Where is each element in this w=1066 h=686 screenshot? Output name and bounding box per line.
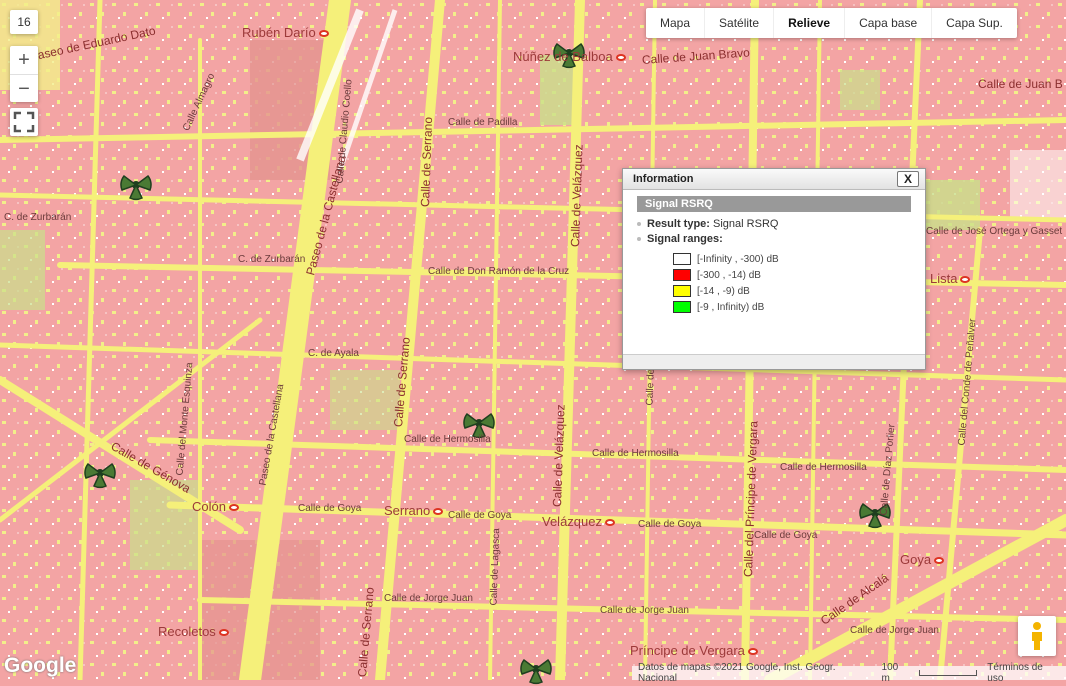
zoom-control: + −: [10, 46, 38, 102]
metro-icon: [228, 504, 239, 512]
label-zurbaran-1: C. de Zurbarán: [4, 212, 72, 223]
info-resize-handle[interactable]: [623, 354, 925, 369]
fullscreen-button[interactable]: [10, 108, 38, 136]
legend-swatch: [673, 269, 691, 281]
map-type-selector: Mapa Satélite Relieve Capa base Capa Sup…: [646, 8, 1017, 38]
signal-legend: [-Infinity , -300) dB [-300 , -14) dB [-…: [673, 251, 911, 315]
label-padilla: Calle de Padilla: [448, 117, 518, 128]
label-nunez-balboa: Núñez de Balboa: [513, 49, 626, 64]
label-jorge-juan-1: Calle de Jorge Juan: [384, 593, 473, 604]
info-titlebar[interactable]: Information X: [623, 169, 925, 190]
label-juan-bravo-2: Calle de Juan B: [978, 77, 1063, 91]
label-hermosilla-1: Calle de Hermosilla: [404, 434, 491, 445]
legend-label: [-Infinity , -300) dB: [697, 253, 779, 265]
tab-relieve[interactable]: Relieve: [774, 8, 846, 38]
pegman-icon: [1032, 622, 1042, 650]
fullscreen-icon: [13, 111, 35, 133]
label-ortega-gasset: Calle de José Ortega y Gasset: [926, 226, 1063, 237]
label-lista: Lista: [930, 271, 971, 286]
metro-icon: [318, 30, 329, 38]
tab-capa-base[interactable]: Capa base: [845, 8, 933, 38]
tab-mapa[interactable]: Mapa: [646, 8, 706, 38]
close-icon: X: [903, 172, 912, 186]
label-goya: Goya: [900, 552, 945, 567]
signal-ranges-label: Signal ranges:: [647, 233, 723, 245]
tab-satelite[interactable]: Satélite: [705, 8, 775, 38]
signal-ranges-row: Signal ranges:: [637, 233, 911, 245]
label-velazquez-metro: Velázquez: [542, 514, 615, 529]
zoom-in-button[interactable]: +: [10, 46, 38, 75]
legend-swatch: [673, 253, 691, 265]
legend-label: [-9 , Infinity) dB: [697, 301, 765, 313]
legend-item: [-Infinity , -300) dB: [673, 251, 911, 267]
legend-item: [-9 , Infinity) dB: [673, 299, 911, 315]
label-jorge-juan-2: Calle de Jorge Juan: [600, 605, 689, 616]
label-jorge-juan-3: Calle de Jorge Juan: [850, 625, 939, 636]
label-goya-4: Calle de Goya: [754, 530, 818, 541]
label-don-ramon: Calle de Don Ramón de la Cruz: [428, 266, 570, 277]
attribution-bar: Datos de mapas ©2021 Google, Inst. Geogr…: [632, 662, 1066, 684]
label-serrano-metro: Serrano: [384, 503, 444, 518]
legend-item: [-300 , -14) dB: [673, 267, 911, 283]
scale-text: 100 m: [881, 662, 899, 684]
metro-icon: [218, 629, 229, 637]
label-goya-3: Calle de Goya: [638, 519, 702, 530]
metro-icon: [615, 54, 626, 62]
metro-icon: [934, 557, 945, 565]
result-type-row: Result type: Signal RSRQ: [637, 218, 911, 230]
metro-icon: [960, 276, 971, 284]
label-recoletos: Recoletos: [158, 624, 229, 639]
label-hermosilla-3: Calle de Hermosilla: [780, 462, 867, 473]
legend-label: [-14 , -9) dB: [697, 285, 750, 297]
info-header: Signal RSRQ: [637, 196, 911, 212]
street-view-button[interactable]: [1018, 616, 1056, 656]
zoom-level-indicator: 16: [10, 10, 38, 34]
info-title: Information: [633, 173, 694, 185]
legend-swatch: [673, 301, 691, 313]
legend-swatch: [673, 285, 691, 297]
legend-label: [-300 , -14) dB: [697, 269, 761, 281]
google-logo: Google: [4, 654, 77, 677]
bullet-icon: [637, 222, 641, 227]
label-goya-1: Calle de Goya: [298, 503, 362, 514]
metro-icon: [747, 648, 758, 656]
label-principe-vergara: Príncipe de Vergara: [630, 643, 758, 658]
antenna-icon[interactable]: [518, 656, 554, 686]
bullet-icon: [637, 237, 641, 242]
terms-link[interactable]: Términos de uso: [987, 662, 1060, 684]
metro-icon: [605, 519, 615, 527]
information-window: Information X Signal RSRQ Result type: S…: [622, 168, 926, 370]
label-zurbaran-2: C. de Zurbarán: [238, 254, 306, 265]
antenna-icon[interactable]: [82, 460, 118, 490]
result-type-label: Result type:: [647, 218, 710, 230]
label-goya-2: Calle de Goya: [448, 510, 512, 521]
legend-item: [-14 , -9) dB: [673, 283, 911, 299]
scale-bar: [918, 670, 978, 676]
zoom-out-button[interactable]: −: [10, 75, 38, 103]
metro-icon: [433, 508, 444, 516]
label-ruben-dario: Rubén Darío: [242, 25, 329, 40]
label-colon: Colón: [192, 499, 239, 514]
tab-capa-sup[interactable]: Capa Sup.: [932, 8, 1017, 38]
result-type-value: Signal RSRQ: [713, 218, 779, 230]
close-button[interactable]: X: [897, 171, 919, 187]
label-ayala: C. de Ayala: [308, 348, 359, 359]
map-data-text[interactable]: Datos de mapas ©2021 Google, Inst. Geogr…: [638, 662, 872, 684]
antenna-icon[interactable]: [118, 172, 154, 202]
label-hermosilla-2: Calle de Hermosilla: [592, 448, 679, 459]
